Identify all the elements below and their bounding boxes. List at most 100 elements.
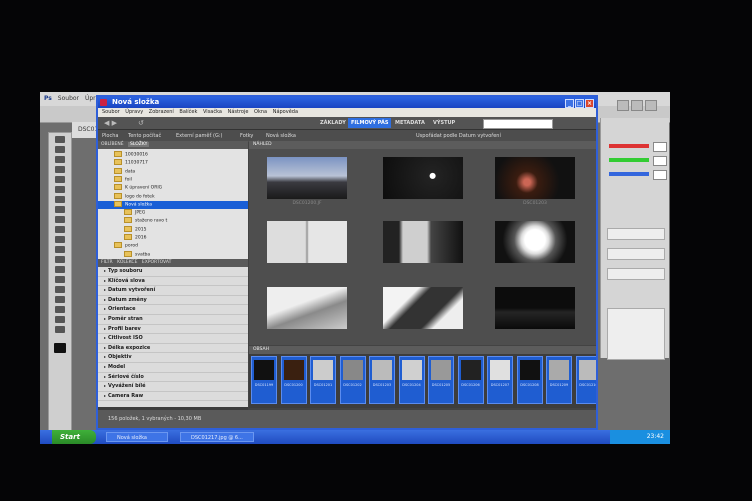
filmstrip[interactable]: DSC01199 DSC01200 DSC01201 DSC01202 DSC01203… xyxy=(249,354,596,408)
menu-window[interactable]: Okna xyxy=(254,109,267,115)
workspace-filmstrip[interactable]: FILMOVÝ PÁS xyxy=(348,118,392,128)
green-value-field[interactable] xyxy=(653,156,667,166)
ps-maximize-button[interactable] xyxy=(631,100,643,111)
folder-item[interactable]: foil xyxy=(98,175,248,184)
blue-slider[interactable] xyxy=(609,172,649,176)
taskbar-item-photoshop[interactable]: DSC01217.jpg @ 6... xyxy=(180,432,254,442)
folder-item[interactable]: logo do fotek xyxy=(98,192,248,201)
workspace-output[interactable]: VÝSTUP xyxy=(433,118,455,128)
photo-thumbnail[interactable] xyxy=(495,287,575,339)
filmstrip-item[interactable]: DSC01205 xyxy=(428,356,454,404)
recent-folder-icon[interactable]: ↺ xyxy=(138,119,144,127)
photo-thumbnail[interactable] xyxy=(383,221,463,273)
pen-tool-icon[interactable] xyxy=(55,276,65,283)
menu-file[interactable]: Soubor xyxy=(102,109,120,115)
menu-stacks[interactable]: Balíček xyxy=(179,109,197,115)
blue-value-field[interactable] xyxy=(653,170,667,180)
type-tool-icon[interactable] xyxy=(55,286,65,293)
layers-panel[interactable] xyxy=(607,308,665,360)
filter-item[interactable]: Sériové číslo xyxy=(98,373,248,383)
filmstrip-item[interactable]: DSC01204 xyxy=(398,356,425,404)
photo-thumbnail[interactable]: DSC01203 xyxy=(495,157,575,209)
wand-tool-icon[interactable] xyxy=(55,166,65,173)
photo-thumbnail[interactable] xyxy=(495,221,575,273)
folder-item[interactable]: K úpravení ORIG xyxy=(98,184,248,192)
green-slider[interactable] xyxy=(609,158,649,162)
menu-tools[interactable]: Nástroje xyxy=(228,109,249,115)
hand-tool-icon[interactable] xyxy=(55,316,65,323)
filter-item[interactable]: Typ souboru xyxy=(98,267,248,277)
path-tool-icon[interactable] xyxy=(55,296,65,303)
workspace-basics[interactable]: ZÁKLADY xyxy=(320,118,346,128)
history-brush-icon[interactable] xyxy=(55,226,65,233)
menu-edit[interactable]: Úpravy xyxy=(125,109,143,115)
photo-thumbnail[interactable] xyxy=(267,221,347,273)
move-tool-icon[interactable] xyxy=(55,136,65,143)
red-slider[interactable] xyxy=(609,144,649,148)
ps-close-button[interactable] xyxy=(645,100,657,111)
brush-tool-icon[interactable] xyxy=(55,206,65,213)
filmstrip-item[interactable]: DSC01210 xyxy=(575,356,596,404)
tab-folders[interactable]: SLOŽKY xyxy=(128,142,150,147)
folder-item[interactable]: 11030717 xyxy=(98,159,248,167)
filter-item[interactable]: Klíčová slova xyxy=(98,277,248,287)
photo-thumbnail[interactable]: DSC01200.JF xyxy=(267,157,347,209)
lasso-tool-icon[interactable] xyxy=(55,156,65,163)
filter-item[interactable]: Délka expozice xyxy=(98,344,248,354)
zoom-tool-icon[interactable] xyxy=(55,326,65,333)
filmstrip-item[interactable]: DSC01202 xyxy=(339,356,366,404)
filter-item[interactable]: Poměr stran xyxy=(98,315,248,325)
tab-collections[interactable]: KOLEKCE xyxy=(117,260,137,265)
ps-minimize-button[interactable] xyxy=(617,100,629,111)
back-forward-icon[interactable]: ◀ ▶ xyxy=(104,119,117,127)
heal-tool-icon[interactable] xyxy=(55,196,65,203)
filter-item[interactable]: Vyvážení bílé xyxy=(98,382,248,392)
shape-tool-icon[interactable] xyxy=(55,306,65,313)
filmstrip-item[interactable]: DSC01201 xyxy=(310,356,336,404)
stamp-tool-icon[interactable] xyxy=(55,216,65,223)
adjustment-row[interactable] xyxy=(607,268,665,280)
filter-item[interactable]: Datum vytvoření xyxy=(98,286,248,296)
photo-thumbnail[interactable] xyxy=(383,287,463,339)
blur-tool-icon[interactable] xyxy=(55,256,65,263)
folder-item[interactable]: porod xyxy=(98,242,248,250)
start-button[interactable]: Start xyxy=(52,430,96,444)
folder-item[interactable]: JPEG xyxy=(98,209,248,217)
filter-item[interactable]: Model xyxy=(98,363,248,373)
filter-item[interactable]: Profil barev xyxy=(98,325,248,335)
red-value-field[interactable] xyxy=(653,142,667,152)
ps-menu-file[interactable]: Soubor xyxy=(58,95,79,102)
taskbar-item-bridge[interactable]: Nová složka xyxy=(106,432,168,442)
filter-item[interactable]: Camera Raw xyxy=(98,392,248,402)
menu-label[interactable]: Visačka xyxy=(203,109,222,115)
tab-export[interactable]: EXPORTOVAT xyxy=(142,260,171,265)
photo-thumbnail[interactable] xyxy=(383,157,463,209)
tab-filter[interactable]: FILTR xyxy=(101,260,113,265)
folder-item[interactable]: 2016 xyxy=(98,234,248,242)
filter-item[interactable]: Objektiv xyxy=(98,353,248,363)
eraser-tool-icon[interactable] xyxy=(55,236,65,243)
crop-tool-icon[interactable] xyxy=(55,176,65,183)
filmstrip-item[interactable]: DSC01200 xyxy=(280,356,307,404)
folder-item[interactable]: 10030016 xyxy=(98,151,248,159)
foreground-color-icon[interactable] xyxy=(54,343,66,353)
close-button[interactable]: × xyxy=(585,99,594,108)
filmstrip-item[interactable]: DSC01199 xyxy=(251,356,277,404)
filter-item[interactable]: Orientace xyxy=(98,305,248,315)
filmstrip-item[interactable]: DSC01206 xyxy=(457,356,484,404)
gradient-tool-icon[interactable] xyxy=(55,246,65,253)
adjustment-row[interactable] xyxy=(607,228,665,240)
bridge-titlebar[interactable]: Nová složka _ □ × xyxy=(98,97,596,108)
minimize-button[interactable]: _ xyxy=(565,99,574,108)
menu-view[interactable]: Zobrazení xyxy=(149,109,174,115)
folder-item[interactable]: Nová složka xyxy=(98,200,248,209)
folder-item[interactable]: 2015 xyxy=(98,225,248,234)
workspace-metadata[interactable]: METADATA xyxy=(395,118,425,128)
folder-item[interactable]: data xyxy=(98,167,248,176)
photo-thumbnail[interactable] xyxy=(267,287,347,339)
folder-item[interactable]: svatba xyxy=(98,250,248,259)
marquee-tool-icon[interactable] xyxy=(55,146,65,153)
filter-item[interactable]: Citlivost ISO xyxy=(98,334,248,344)
eyedropper-tool-icon[interactable] xyxy=(55,186,65,193)
tab-favorites[interactable]: OBLÍBENÉ xyxy=(101,142,124,147)
